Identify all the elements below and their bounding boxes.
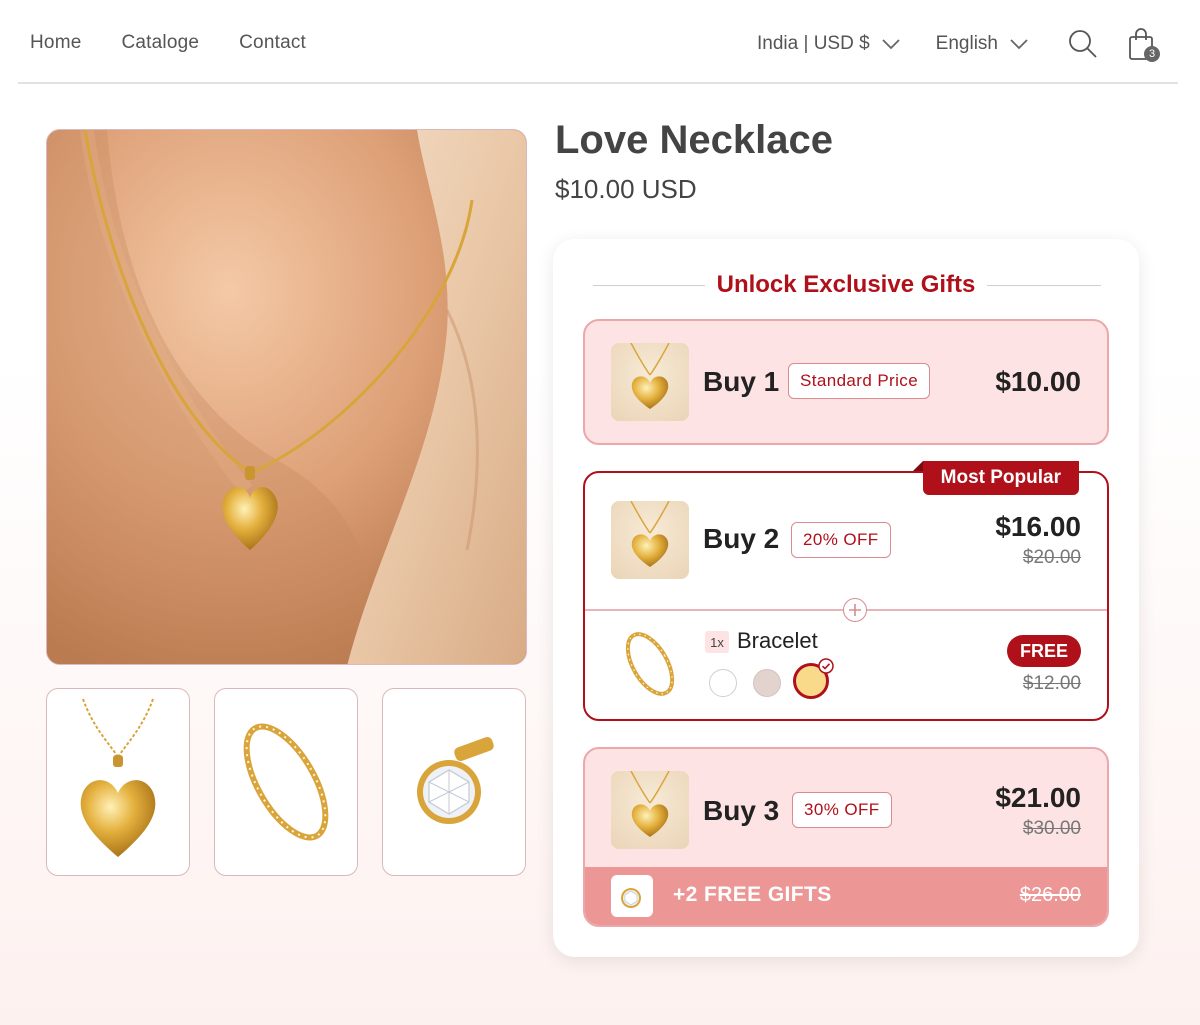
region-currency-label: India | USD $ — [757, 33, 870, 54]
option-discount-tag: 20% OFF — [791, 522, 891, 558]
bundle-offer-card: Unlock Exclusive Gifts Buy 1 Standard Pr… — [553, 239, 1139, 957]
bundle-option-buy-3[interactable]: Buy 3 30% OFF $21.00 $30.00 +2 FREE GIFT… — [583, 747, 1109, 927]
search-button[interactable] — [1068, 29, 1098, 59]
bundle-option-buy-2[interactable]: Most Popular Buy 2 20% OFF $16.00 $20.00… — [583, 461, 1109, 721]
swatch-gold-selected[interactable] — [793, 658, 834, 699]
main-nav: Home Cataloge Contact — [30, 32, 306, 54]
free-gifts-original-price: $26.00 — [1019, 884, 1081, 906]
chevron-down-icon — [1010, 39, 1028, 49]
most-popular-ribbon: Most Popular — [912, 461, 1079, 495]
option-quantity-label: Buy 1 — [703, 366, 780, 397]
option-original-price: $20.00 — [1022, 547, 1081, 568]
check-circle-icon — [818, 658, 834, 674]
bracelet-image — [243, 723, 329, 841]
option-price: $21.00 — [995, 782, 1081, 813]
gift-earring-image — [611, 875, 653, 917]
option-original-price: $30.00 — [1022, 818, 1081, 839]
chevron-down-icon — [882, 39, 900, 49]
language-label: English — [935, 33, 998, 54]
necklace-on-model-image — [47, 130, 526, 664]
gift-name: Bracelet — [737, 628, 818, 653]
swatch-white[interactable] — [709, 669, 737, 697]
option-product-image — [611, 343, 689, 421]
thumbnail-bracelet[interactable] — [214, 688, 358, 876]
option-price: $10.00 — [995, 366, 1081, 397]
option-price: $16.00 — [995, 511, 1081, 542]
option-quantity-label: Buy 2 — [703, 523, 780, 554]
option-product-image — [611, 771, 689, 849]
free-gifts-label: +2 FREE GIFTS — [673, 883, 832, 906]
site-header: Home Cataloge Contact India | USD $ Engl… — [18, 0, 1178, 84]
nav-catalog-link[interactable]: Cataloge — [121, 32, 199, 54]
plus-icon — [843, 598, 867, 622]
main-product-image[interactable] — [46, 129, 527, 665]
cart-button[interactable]: 3 — [1126, 24, 1160, 64]
free-gifts-bar: +2 FREE GIFTS $26.00 — [585, 867, 1107, 925]
gift-quantity: 1x — [705, 631, 729, 653]
option-discount-tag: Standard Price — [788, 363, 931, 399]
product-title: Love Necklace — [555, 118, 833, 162]
product-price: $10.00 USD — [555, 174, 697, 204]
cart-count-badge: 3 — [1144, 46, 1160, 62]
stud-earring-image — [417, 736, 494, 824]
swatch-rose[interactable] — [753, 669, 781, 697]
option-discount-tag: 30% OFF — [792, 792, 892, 828]
heart-necklace-image — [80, 698, 156, 857]
thumbnail-earring[interactable] — [382, 688, 526, 876]
free-gift-badge: FREE — [1006, 635, 1081, 667]
gift-product-image — [611, 625, 689, 703]
option-quantity-label: Buy 3 — [703, 795, 780, 826]
header-actions: India | USD $ English 3 — [757, 24, 1160, 64]
bundle-heading: Unlock Exclusive Gifts — [716, 271, 976, 298]
option-product-image — [611, 501, 689, 579]
search-icon — [1069, 30, 1097, 58]
thumbnail-necklace[interactable] — [46, 688, 190, 876]
gift-original-price: $12.00 — [1022, 673, 1081, 694]
region-currency-selector[interactable]: India | USD $ — [757, 33, 900, 55]
nav-home-link[interactable]: Home — [30, 32, 81, 54]
language-selector[interactable]: English — [936, 33, 1028, 55]
nav-contact-link[interactable]: Contact — [239, 32, 306, 54]
bundle-option-buy-1[interactable]: Buy 1 Standard Price $10.00 — [583, 319, 1109, 445]
